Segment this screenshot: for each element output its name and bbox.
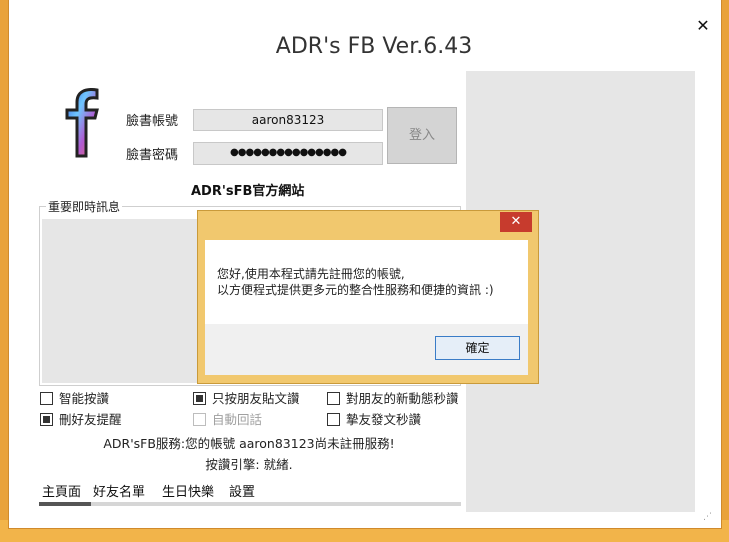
dialog-message: 您好,使用本程式請先註冊您的帳號, 以方便程式提供更多元的整合性服務和便捷的資訊… [217, 266, 494, 298]
auto-reply-checkbox[interactable]: 自動回話 [193, 409, 262, 428]
dialog-message-line1: 您好,使用本程式請先註冊您的帳號, [217, 267, 405, 281]
checkbox-box [327, 413, 340, 426]
tab-settings[interactable]: 設置 [229, 481, 255, 500]
close-icon[interactable]: ✕ [693, 16, 713, 36]
news-title: 重要即時訊息 [46, 198, 123, 215]
checkbox-box [327, 392, 340, 405]
friend-updates-instant-like-checkbox[interactable]: 對朋友的新動態秒讚 [327, 388, 459, 407]
checkbox-label: 只按朋友貼文讚 [212, 391, 300, 406]
checkbox-box [40, 392, 53, 405]
ok-button[interactable]: 確定 [435, 336, 520, 360]
dialog-message-line2: 以方便程式提供更多元的整合性服務和便捷的資訊 :) [217, 283, 494, 297]
account-field[interactable]: aaron83123 [193, 109, 383, 131]
checkbox-label: 摯友發文秒讚 [346, 412, 422, 427]
service-status-text: ADR'sFB服務:您的帳號 aaron83123尚未註冊服務! [103, 436, 395, 451]
password-label: 臉書密碼 [126, 148, 179, 163]
account-label: 臉書帳號 [126, 114, 179, 129]
login-button[interactable]: 登入 [387, 107, 457, 164]
engine-status-text: 按讚引擎: 就緒. [205, 457, 293, 472]
checkbox-label: 自動回話 [212, 412, 263, 427]
smart-like-checkbox[interactable]: 智能按讚 [40, 388, 109, 407]
dialog-footer: 確定 [205, 324, 528, 375]
checkbox-box [193, 392, 206, 405]
facebook-logo-icon [65, 88, 99, 158]
unfriend-alert-checkbox[interactable]: 刪好友提醒 [40, 409, 122, 428]
resize-grip-icon[interactable]: ⋰ [703, 512, 712, 522]
tab-home[interactable]: 主頁面 [42, 481, 81, 500]
checkbox-label: 刪好友提醒 [59, 412, 122, 427]
window-title: ADR's FB Ver.6.43 [275, 34, 473, 59]
friend-posts-only-checkbox[interactable]: 只按朋友貼文讚 [193, 388, 300, 407]
checkbox-label: 智能按讚 [59, 391, 110, 406]
news-content-area [42, 219, 207, 383]
tab-birthday[interactable]: 生日快樂 [162, 481, 214, 500]
password-field[interactable]: ●●●●●●●●●●●●●●● [193, 142, 383, 165]
official-site-link[interactable]: ADR'sFB官方網站 [191, 180, 304, 199]
close-friend-instant-like-checkbox[interactable]: 摯友發文秒讚 [327, 409, 421, 428]
active-tab-indicator [39, 502, 91, 506]
checkbox-box [40, 413, 53, 426]
dialog-close-icon[interactable]: ✕ [500, 212, 532, 232]
tab-friends-list[interactable]: 好友名單 [93, 481, 145, 500]
dialog-body: 您好,使用本程式請先註冊您的帳號, 以方便程式提供更多元的整合性服務和便捷的資訊… [205, 240, 528, 324]
checkbox-label: 對朋友的新動態秒讚 [346, 391, 459, 406]
tab-underline [39, 502, 461, 506]
checkbox-box [193, 413, 206, 426]
message-dialog: ✕ 您好,使用本程式請先註冊您的帳號, 以方便程式提供更多元的整合性服務和便捷的… [197, 210, 539, 384]
